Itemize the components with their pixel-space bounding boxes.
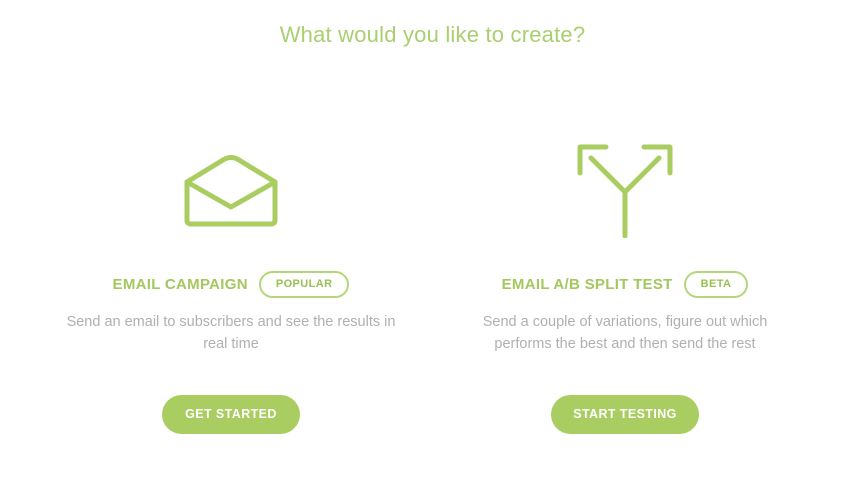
ab-split-test-title: EMAIL A/B SPLIT TEST: [501, 275, 673, 293]
ab-split-test-description: Send a couple of variations, figure out …: [482, 314, 768, 352]
email-campaign-title-row: EMAIL CAMPAIGN POPULAR: [66, 269, 396, 299]
start-testing-button[interactable]: START TESTING: [551, 395, 699, 434]
page-title: What would you like to create?: [279, 22, 586, 47]
ab-split-test-title-row: EMAIL A/B SPLIT TEST BETA: [460, 269, 790, 299]
popular-badge: POPULAR: [258, 270, 350, 298]
email-campaign-card: EMAIL CAMPAIGN POPULAR Send an email to …: [66, 140, 396, 434]
email-campaign-description: Send an email to subscribers and see the…: [66, 314, 396, 352]
create-page: What would you like to create? EMAIL CAM…: [0, 0, 865, 495]
envelope-open-icon: [66, 140, 396, 255]
beta-badge: BETA: [683, 270, 749, 298]
split-arrows-icon: [460, 140, 790, 255]
email-campaign-title: EMAIL CAMPAIGN: [112, 275, 248, 293]
ab-split-test-card: EMAIL A/B SPLIT TEST BETA Send a couple …: [460, 140, 790, 434]
get-started-button[interactable]: GET STARTED: [162, 395, 300, 434]
